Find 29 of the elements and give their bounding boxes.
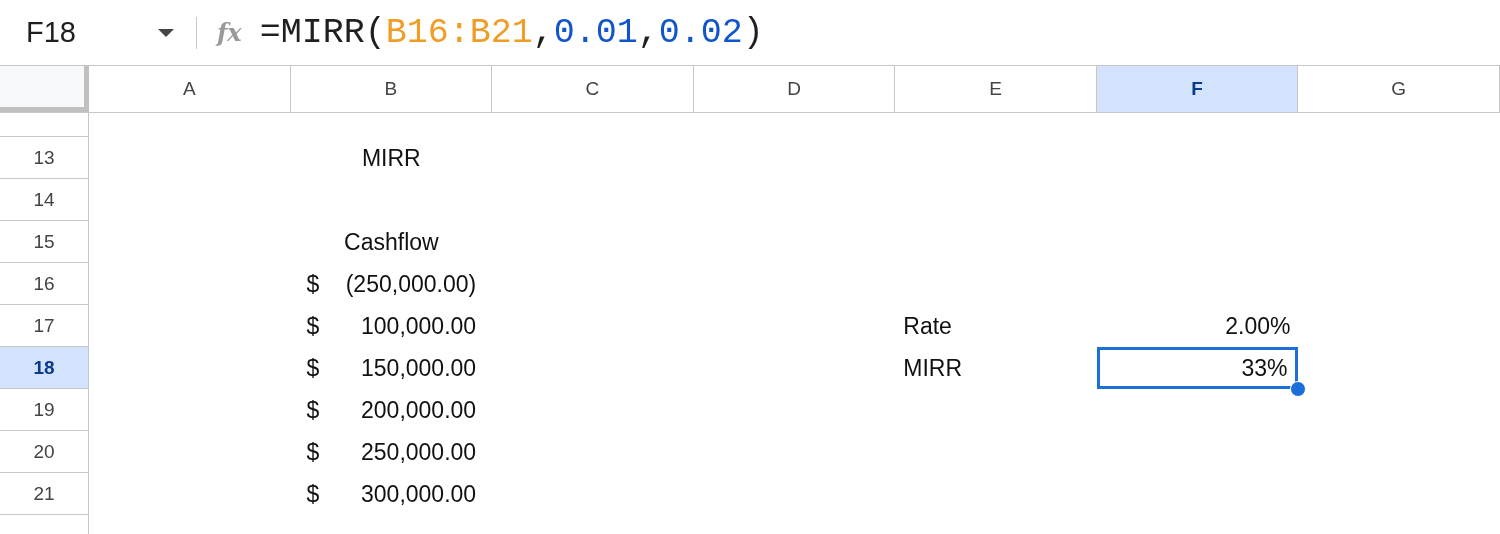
fill-handle[interactable] xyxy=(1290,381,1307,397)
table-cell[interactable]: $ (250,000.00) xyxy=(290,263,493,305)
fx-label: fx xyxy=(217,18,242,47)
table-cell[interactable]: $ 150,000.00 xyxy=(290,347,493,389)
cell-reference[interactable]: F18 xyxy=(26,16,76,49)
row-header[interactable]: 15 xyxy=(0,221,89,263)
select-all-corner[interactable] xyxy=(0,66,89,112)
row-header[interactable]: 14 xyxy=(0,179,89,221)
table-cell[interactable]: $ 300,000.00 xyxy=(290,473,493,515)
row-header[interactable]: 16 xyxy=(0,263,89,305)
table-cell[interactable]: $ 100,000.00 xyxy=(290,305,493,347)
table-cell[interactable]: MIRR xyxy=(895,347,1097,389)
row-header[interactable]: 13 xyxy=(0,137,89,179)
formula-text[interactable]: =MIRR(B16:B21,0.01,0.02) xyxy=(259,12,764,53)
caret-icon[interactable] xyxy=(158,28,174,37)
row-header[interactable]: 19 xyxy=(0,389,89,431)
table-cell[interactable]: MIRR xyxy=(290,137,493,179)
table-cell[interactable]: Rate xyxy=(895,305,1097,347)
table-cell[interactable]: Cashflow xyxy=(290,221,493,263)
table-cell[interactable]: $ 250,000.00 xyxy=(290,431,493,473)
row-header[interactable]: 17 xyxy=(0,305,89,347)
row-header[interactable]: 20 xyxy=(0,431,89,473)
column-header[interactable]: F xyxy=(1096,66,1299,112)
selected-cell[interactable]: 33% xyxy=(1096,347,1299,389)
row-header[interactable] xyxy=(0,113,89,137)
table-cell[interactable]: $ 200,000.00 xyxy=(290,389,493,431)
row-header[interactable]: 18 xyxy=(0,347,89,389)
table-cell[interactable]: 2.00% xyxy=(1096,305,1299,347)
row-header[interactable]: 21 xyxy=(0,473,89,515)
